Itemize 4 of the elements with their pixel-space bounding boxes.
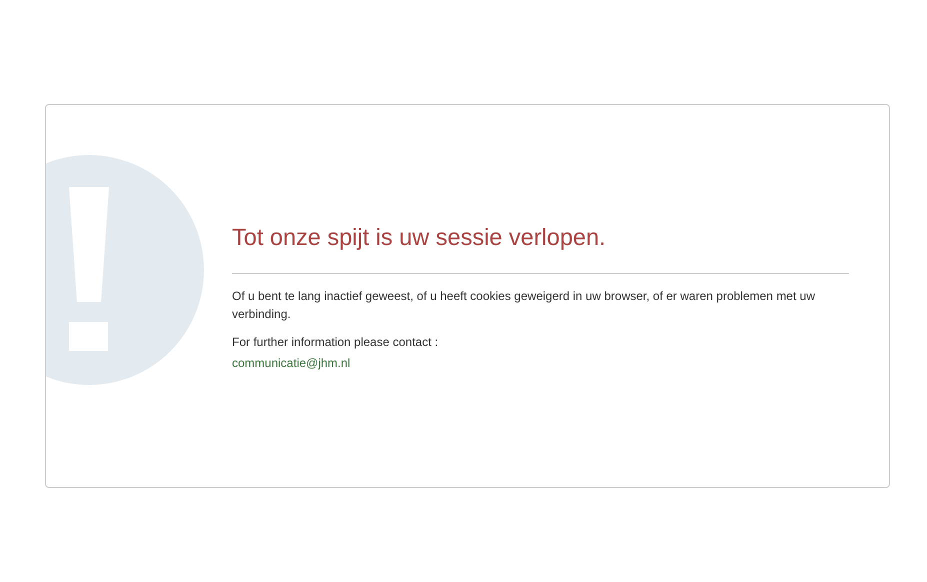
email-link[interactable]: communicatie@jhm.nl	[232, 356, 350, 370]
error-message: Of u bent te lang inactief geweest, of u heeft cookies geweigerd in uw browser, of er waren problemen met uw verbinding.	[232, 288, 816, 324]
error-title: Tot onze spijt is uw sessie verlopen.	[232, 223, 607, 252]
contact-label: For further information please contact :	[232, 334, 440, 352]
